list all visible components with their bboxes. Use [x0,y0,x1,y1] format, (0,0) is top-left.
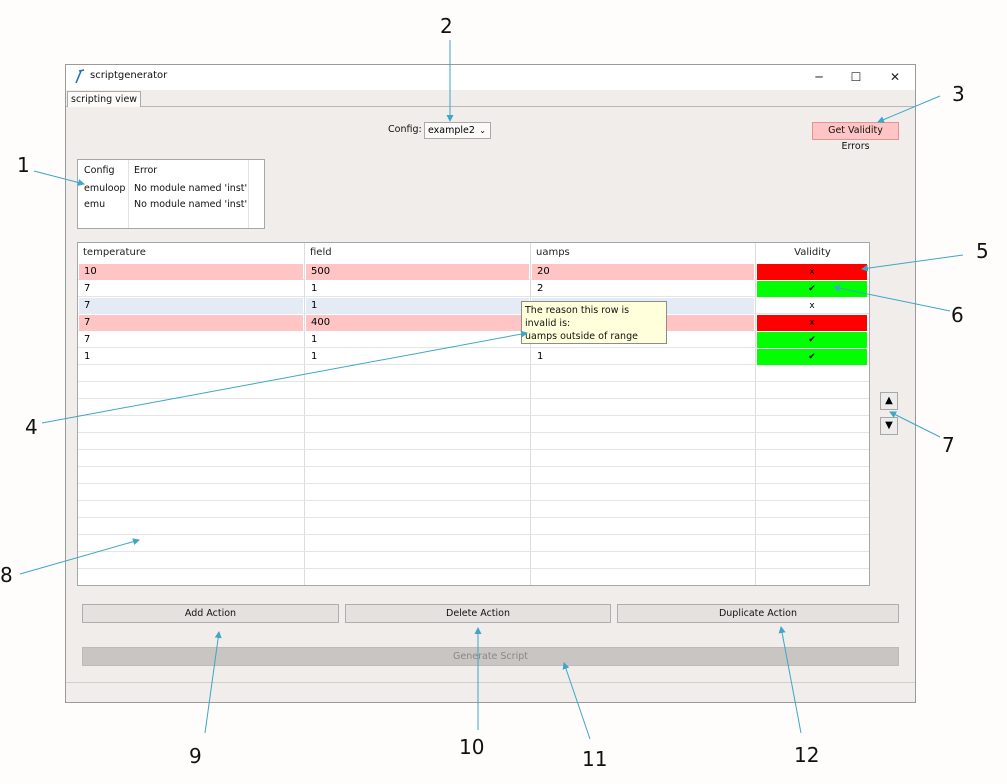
callout-label: 11 [582,747,608,771]
callout-line [204,631,222,734]
callout-line [889,411,941,438]
callout-label: 12 [794,743,820,767]
callout-label: 3 [952,82,965,106]
callout-label: 9 [189,744,202,768]
callout-label: 10 [459,735,485,759]
callout-line [861,254,964,272]
callout-label: 6 [951,303,964,327]
callout-label: 7 [942,433,955,457]
callout-label: 8 [0,563,13,587]
callout-label: 1 [17,153,30,177]
callout-label: 2 [440,14,453,38]
callout-label: 5 [976,239,989,263]
callout-line [833,284,951,312]
callout-lines [19,40,964,740]
callout-line [19,538,140,575]
callout-label: 4 [25,415,38,439]
callout-line [562,662,591,740]
callout-line [41,330,528,424]
callout-line [877,95,941,123]
callout-line [33,170,85,186]
callout-line [778,626,802,734]
